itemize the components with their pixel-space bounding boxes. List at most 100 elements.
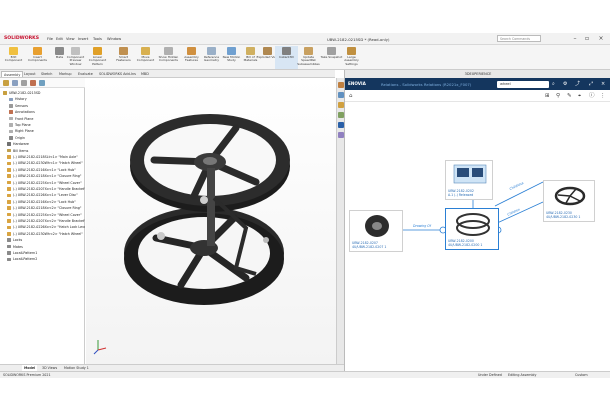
wheel-thumbnail <box>554 186 586 206</box>
instant3d-button[interactable]: Instant3D <box>275 46 298 69</box>
tab-assembly[interactable]: Assembly <box>1 71 24 77</box>
dimxpert-icon[interactable] <box>30 80 36 86</box>
graphics-area[interactable] <box>86 78 336 364</box>
tree-item-label: Annotations <box>15 110 35 115</box>
tree-item-label: LocalLPattern2 <box>13 257 38 262</box>
preview-window-icon <box>71 47 80 55</box>
component-preview-button[interactable]: Component Preview Window <box>64 46 87 69</box>
instant3d-icon <box>282 47 291 55</box>
wheel-assembly-model[interactable] <box>86 78 336 364</box>
edit-component-button[interactable]: Edit Component <box>2 46 25 69</box>
large-assembly-button[interactable]: Large Assembly Settings <box>340 46 363 69</box>
tree-item-icon <box>7 142 11 146</box>
menu-window[interactable]: Window <box>107 37 121 41</box>
minimize-icon[interactable]: – <box>570 34 580 44</box>
panel-header: 3DEXPERIENCE <box>345 70 610 78</box>
tab-layout[interactable]: Layout <box>22 71 38 77</box>
edit-icon[interactable]: ✎ <box>567 92 572 100</box>
tree-item-label: Origin <box>15 135 25 140</box>
graph-node-0230[interactable]: UBW-2182-0230 4U/UBW-2182-0230 1 <box>543 180 595 222</box>
features-icon <box>187 47 196 55</box>
close-panel-icon[interactable]: × <box>601 81 605 87</box>
close-icon[interactable]: × <box>596 34 606 44</box>
smart-fasteners-button[interactable]: Smart Fasteners <box>112 46 135 69</box>
menu-tools[interactable]: Tools <box>93 37 102 41</box>
tag-icon[interactable]: ⌖ <box>578 92 581 100</box>
tree-item-icon <box>7 244 11 249</box>
filter-icon[interactable]: ⚲ <box>556 92 560 100</box>
tree-item-label: Right Plane <box>15 129 34 134</box>
command-manager: Edit Component Insert Components Mate Co… <box>0 45 610 70</box>
menu-insert[interactable]: Insert <box>78 37 88 41</box>
tree-item-icon <box>7 212 11 217</box>
insert-components-icon <box>33 47 42 55</box>
share-icon[interactable]: ⤴ <box>575 81 580 87</box>
info-icon[interactable]: ⓘ <box>589 92 595 100</box>
title-bar: SOLIDWORKS File Edit View Insert Tools W… <box>0 33 610 45</box>
tree-item-label: (-) UBW-2182-0226Xx<2> "Hatch Lock Lever… <box>13 225 85 230</box>
status-product: SOLIDWORKS Premium 2021 <box>3 373 51 377</box>
part-thumbnail <box>365 215 389 237</box>
property-manager-icon[interactable] <box>12 80 18 86</box>
expand-all-icon[interactable]: ⊞ <box>545 92 550 100</box>
graph-node-0200[interactable]: UBW-2182-0200 4U/UBW-2182-0200 1 <box>445 208 499 250</box>
tree-item-label: Bill Items <box>13 148 29 153</box>
tree-item-icon <box>3 91 7 95</box>
enovia-logo: ENOVIA <box>348 81 366 86</box>
tab-addins[interactable]: SOLIDWORKS Add-Ins <box>97 71 138 77</box>
feature-manager-icon[interactable] <box>3 80 9 86</box>
relations-graph[interactable]: Drawing Of Child/Usa Children UBW-2182-0… <box>345 102 610 371</box>
drawing-thumbnail <box>453 164 487 184</box>
relations-breadcrumb[interactable]: Relations - Solidworks Relations (R2021x… <box>381 82 471 87</box>
status-definition: Under Defined <box>478 373 502 377</box>
graph-node-drawing[interactable]: UBW-2182-0202 A.1 (-) Released <box>445 160 493 200</box>
3dexperience-panel: 3DEXPERIENCE ENOVIA Relations - Solidwor… <box>344 70 610 371</box>
tree-item-icon <box>9 110 13 114</box>
insert-components-button[interactable]: Insert Components <box>26 46 49 69</box>
display-manager-icon[interactable] <box>39 80 45 86</box>
move-component-button[interactable]: Move Component <box>134 46 157 69</box>
maximize-icon[interactable]: ▫ <box>582 34 592 44</box>
settings-icon[interactable]: ⚙ <box>563 81 567 87</box>
edge-label: Drawing Of <box>413 224 431 228</box>
menu-edit[interactable]: Edit <box>56 37 63 41</box>
tree-item-icon <box>9 129 13 134</box>
search-commands-input[interactable]: Search Commands <box>497 35 541 42</box>
tree-item-icon <box>7 200 11 204</box>
configuration-icon[interactable] <box>21 80 27 86</box>
graph-node-0207[interactable]: UBW-2182-0207 4U/UBW-2182-0207 1 <box>349 210 403 252</box>
tree-item-label: (-) UBW-2182-0216Xx<1> "Lock Hub" <box>13 167 76 172</box>
tree-item-label: (-) UBW-2182-0226Xx<1> "Lever Disc" <box>13 193 78 198</box>
tree-item-icon <box>9 104 13 108</box>
app-logo: SOLIDWORKS <box>4 36 40 41</box>
enovia-bar: ENOVIA Relations - Solidworks Relations … <box>345 78 610 90</box>
tab-sketch[interactable]: Sketch <box>39 71 54 77</box>
tree-item-icon <box>7 180 11 185</box>
home-icon[interactable]: ⌂ <box>349 92 353 100</box>
status-units[interactable]: Custom <box>575 372 588 379</box>
tree-item-label: (-) UBW-2182-0225Xx<2> "Wheel Cover" <box>13 212 82 217</box>
search-icon[interactable]: ⌕ <box>552 81 555 87</box>
menu-view[interactable]: View <box>66 37 75 41</box>
update-speedpak-button[interactable]: Update SpeedPak Subassemblies <box>297 46 320 69</box>
camera-icon <box>327 47 336 55</box>
more-icon[interactable]: ⋮ <box>600 92 606 100</box>
tree-item-label: Front Plane <box>15 116 34 121</box>
tree-item-icon <box>7 206 11 210</box>
window-title: UBW-2182-0215SD * (Read-only) <box>327 36 390 42</box>
tree-item[interactable]: LocalLPattern2 <box>0 255 85 263</box>
expand-icon[interactable]: ⤢ <box>589 81 593 87</box>
linear-pattern-button[interactable]: Linear Component Pattern <box>86 46 109 69</box>
tab-mbd[interactable]: MBD <box>139 71 151 77</box>
tree-item-label: (-) UBW-2182-0218Xx<1> "Closure Ring" <box>13 174 82 179</box>
menu-file[interactable]: File <box>47 37 53 41</box>
motion-study-icon <box>227 47 236 55</box>
graph-search-input[interactable]: wheel <box>497 80 549 88</box>
tree-item-label: (-) UBW-2182-0218SLt<1> "Main Axle" <box>13 155 78 159</box>
tab-evaluate[interactable]: Evaluate <box>76 71 95 77</box>
show-hidden-icon <box>164 47 173 55</box>
show-hidden-button[interactable]: Show Hidden Components <box>157 46 180 69</box>
bottom-tabs: Model 3D Views Motion Study 1 <box>0 364 344 372</box>
tab-markup[interactable]: Markup <box>57 71 74 77</box>
speedpak-icon <box>304 47 313 55</box>
